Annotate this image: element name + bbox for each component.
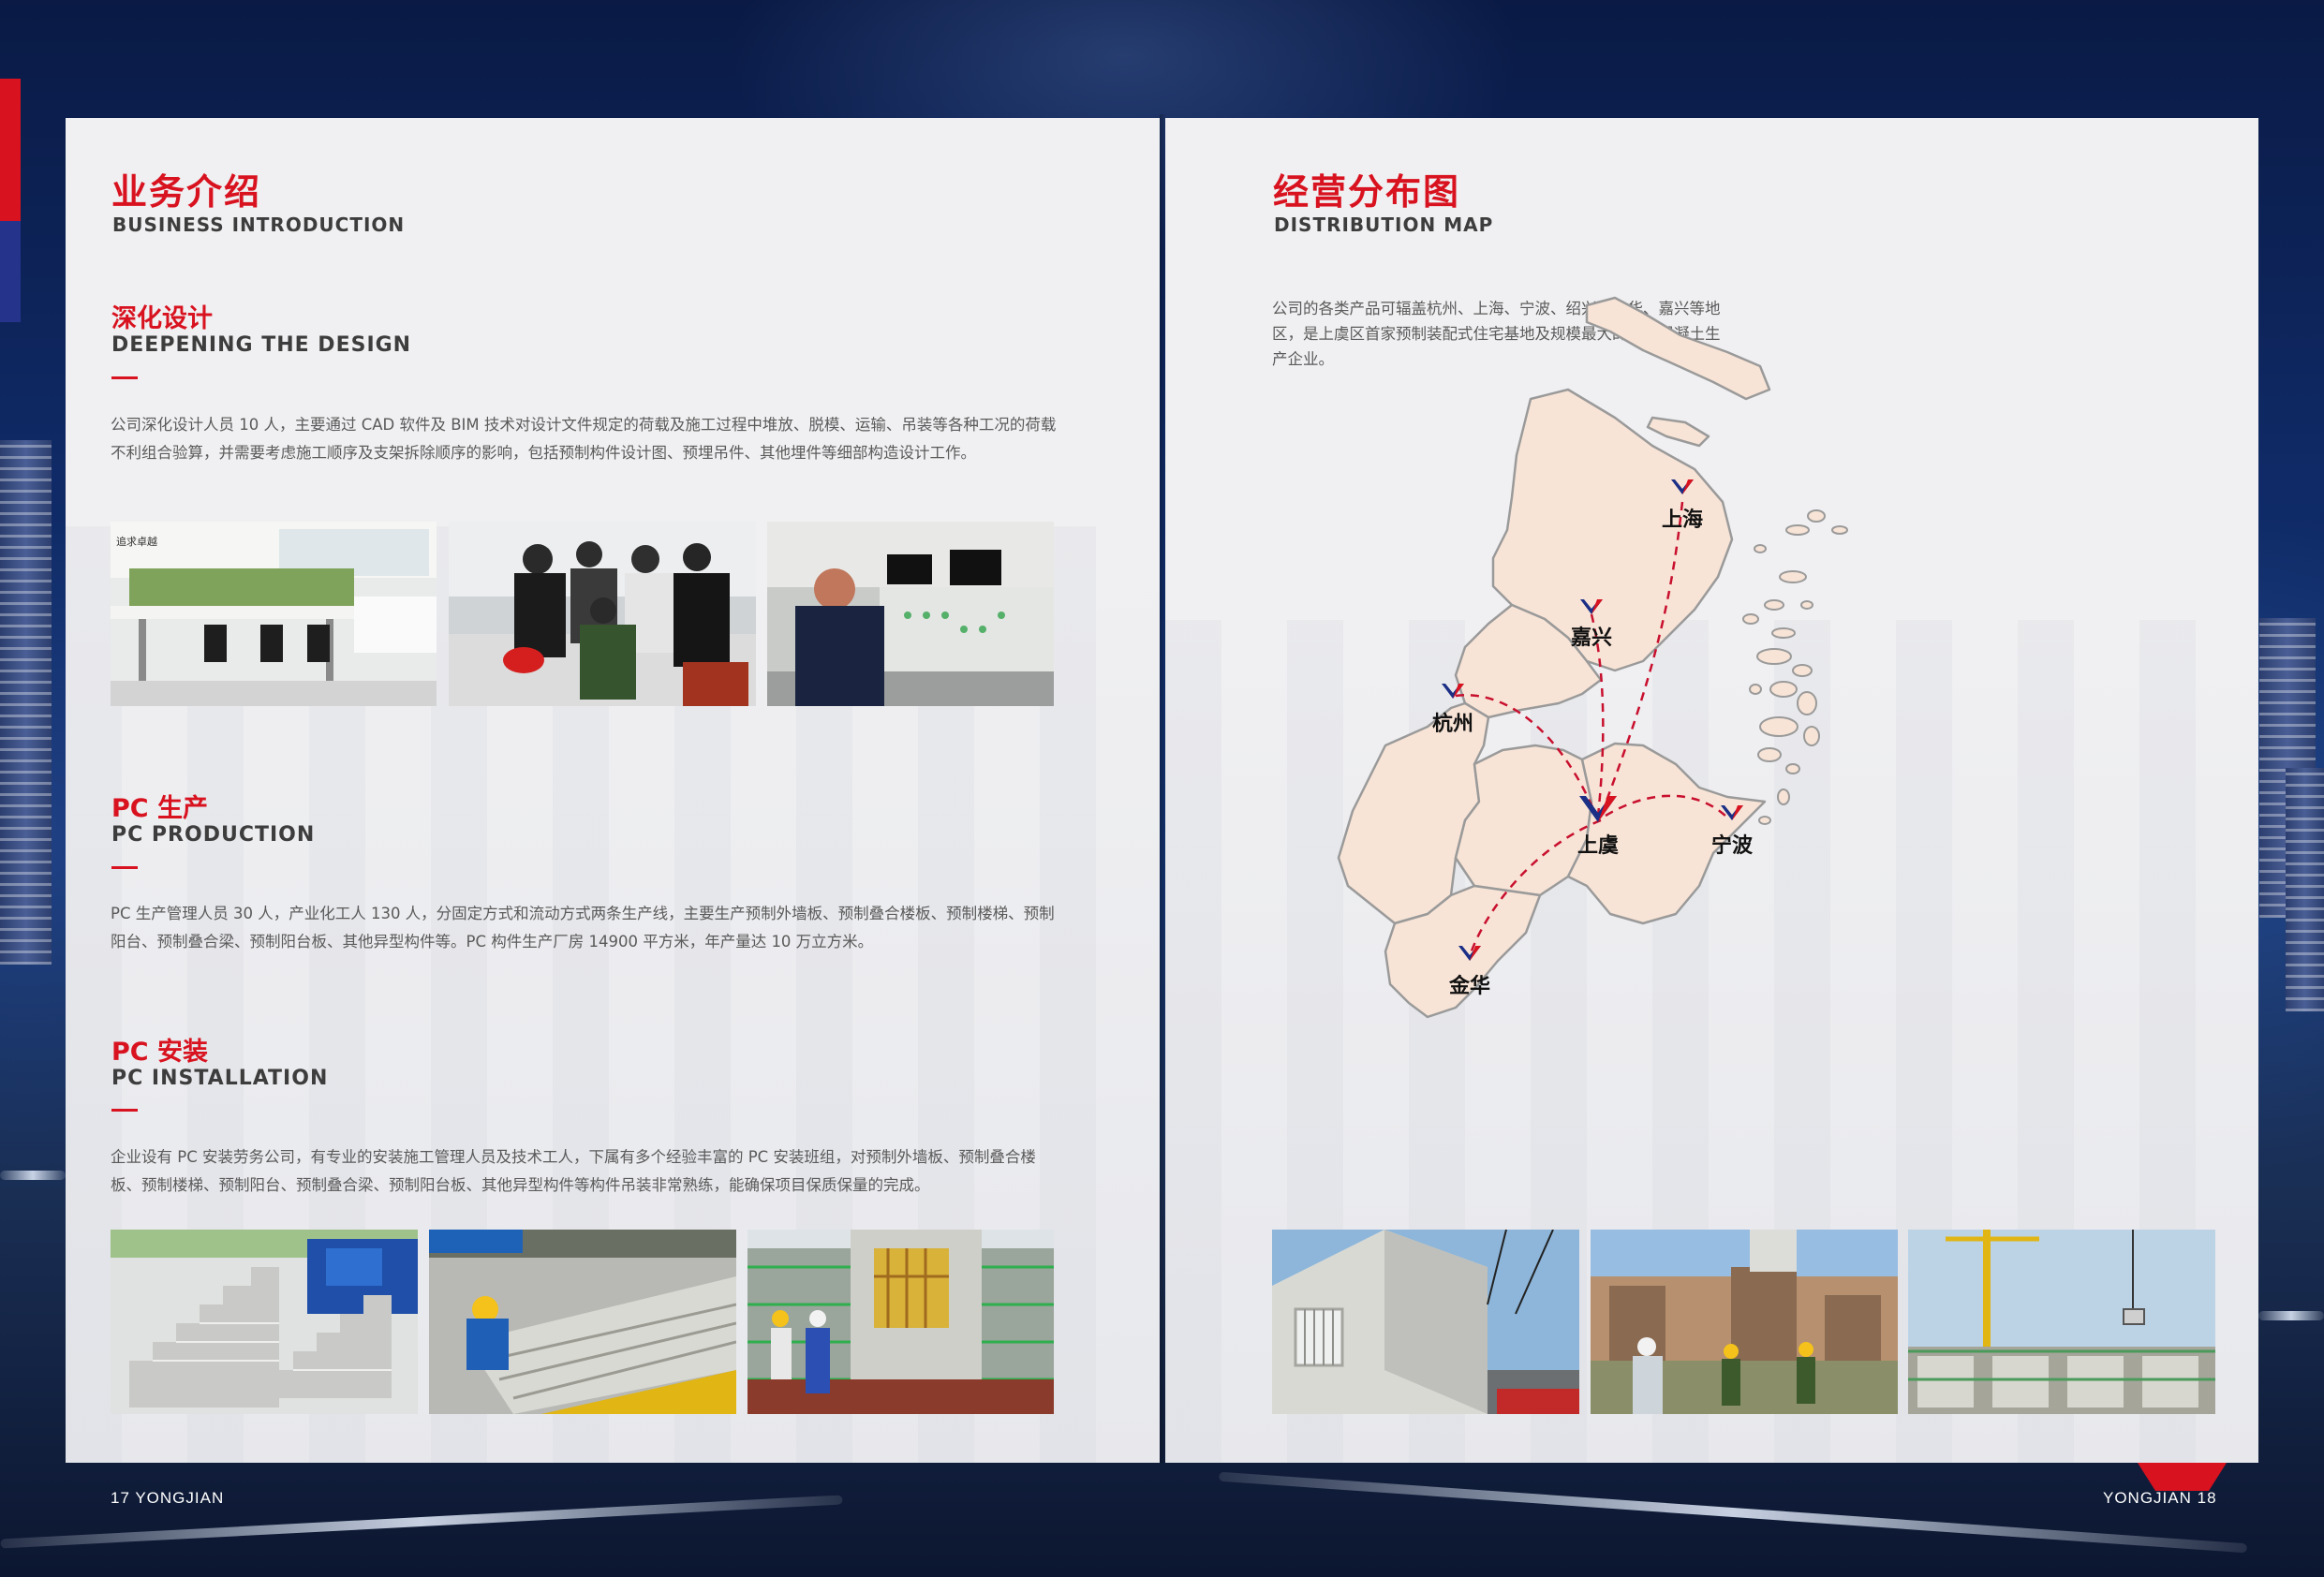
region-island-small xyxy=(1646,416,1710,448)
section-divider xyxy=(111,866,138,869)
distribution-map: 上海 嘉兴 杭州 上虞 宁波 金华 xyxy=(1337,296,1848,1019)
section-title-production: PC 生产 xyxy=(111,794,209,823)
section-subtitle-design: DEEPENING THE DESIGN xyxy=(111,333,412,357)
skyscraper-right-2 xyxy=(2286,768,2324,1011)
islands-group xyxy=(1742,509,1848,825)
photo-design-office: 追求卓越 xyxy=(111,522,437,706)
region-ningbo xyxy=(1566,742,1767,925)
highway-light-4 xyxy=(2258,1311,2324,1320)
section-body-production: PC 生产管理人员 30 人，产业化工人 130 人，分固定方式和流动方式两条生… xyxy=(111,905,1055,951)
photo-crane-building xyxy=(1908,1230,2215,1414)
section-body-installation: 企业设有 PC 安装劳务公司，有专业的安装施工管理人员及技术工人，下属有多个经验… xyxy=(111,1148,1036,1194)
page-number-right: YONGJIAN 18 xyxy=(2103,1489,2217,1507)
photo-team-meeting xyxy=(449,522,756,706)
photo-wall-panel-install xyxy=(748,1230,1054,1414)
photo-module-lifting xyxy=(1272,1230,1579,1414)
page-title: 业务介绍 xyxy=(111,171,262,213)
book-spine-shadow xyxy=(1160,114,1165,1463)
office-wall-sign: 追求卓越 xyxy=(116,535,157,548)
page-subtitle: DISTRIBUTION MAP xyxy=(1274,214,1494,236)
accent-bar-blue xyxy=(0,221,21,322)
region-chongming xyxy=(1585,296,1771,401)
accent-bar-red xyxy=(0,79,21,221)
city-label-jinhua: 金华 xyxy=(1448,974,1490,998)
city-label-shanghai: 上海 xyxy=(1662,508,1703,532)
photo-precast-stairs xyxy=(111,1230,418,1414)
page-title: 经营分布图 xyxy=(1273,171,1461,213)
skyscraper-left xyxy=(0,440,52,965)
page-number-left: 17 YONGJIAN xyxy=(111,1489,225,1507)
section-subtitle-installation: PC INSTALLATION xyxy=(111,1067,329,1090)
right-page: 经营分布图 DISTRIBUTION MAP 公司的各类产品可辐盖杭州、上海、宁… xyxy=(1165,118,2258,1463)
section-subtitle-production: PC PRODUCTION xyxy=(111,823,316,847)
photo-site-workers xyxy=(1591,1230,1898,1414)
section-divider xyxy=(111,376,138,379)
city-label-jiaxing: 嘉兴 xyxy=(1571,626,1612,650)
section-divider xyxy=(111,1109,138,1112)
city-label-shangyu: 上虞 xyxy=(1577,834,1619,858)
city-label-hangzhou: 杭州 xyxy=(1432,712,1473,736)
section-title-design: 深化设计 xyxy=(111,304,213,333)
section-body-design: 公司深化设计人员 10 人，主要通过 CAD 软件及 BIM 技术对设计文件规定… xyxy=(111,416,1057,462)
left-page: 业务介绍 BUSINESS INTRODUCTION 深化设计 DEEPENIN… xyxy=(66,118,1160,1463)
photo-slab-install xyxy=(429,1230,736,1414)
photo-control-room xyxy=(767,522,1054,706)
section-title-installation: PC 安装 xyxy=(111,1038,209,1067)
page-subtitle: BUSINESS INTRODUCTION xyxy=(112,214,406,236)
highway-light-3 xyxy=(0,1171,66,1180)
city-label-ningbo: 宁波 xyxy=(1711,833,1754,858)
